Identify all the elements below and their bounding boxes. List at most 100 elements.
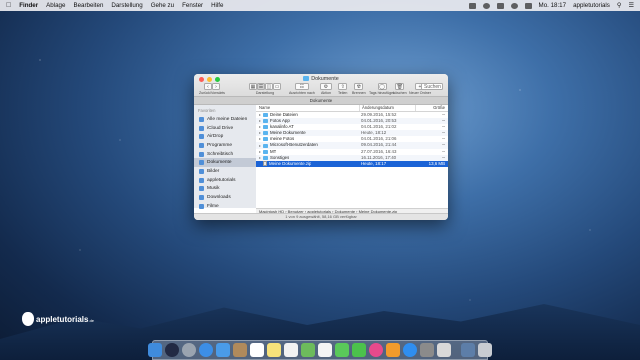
sidebar-item[interactable]: iCloud Drive [194,124,256,133]
date-column-header[interactable]: Änderungsdatum [359,105,415,111]
folder-icon [263,125,268,130]
action-group: ⚙ Aktion [320,83,332,95]
trash-icon[interactable] [478,343,492,357]
folder-icon [263,137,268,142]
safari-icon[interactable] [199,343,213,357]
status-bar: 1 von 9 ausgewählt, 58,16 GB verfügbar [194,213,448,220]
file-name: Meine Dokumente.zip [269,160,312,166]
folder-icon [263,143,268,148]
disclosure-triangle-icon[interactable] [259,156,261,159]
siri-icon[interactable] [165,343,179,357]
forward-button[interactable]: › [211,83,220,90]
messages-icon[interactable] [335,343,349,357]
disclosure-triangle-icon[interactable] [259,138,261,141]
finder-icon[interactable] [148,343,162,357]
sidebar-item[interactable]: Programme [194,141,256,150]
column-view-button[interactable]: ◫ [265,83,273,90]
sidebar-item[interactable]: Alle meine Dateien [194,115,256,124]
reminders-icon[interactable] [284,343,298,357]
folder-icon [263,149,268,154]
airdrop-icon [199,134,204,140]
ibooks-icon[interactable] [386,343,400,357]
arrange-group: ☷ Ausrichten nach [289,83,315,95]
burn-group: ☢ Brennen [352,83,366,95]
tags-button[interactable]: ◯ [377,83,387,90]
sidebar-item[interactable]: Schreibtisch [194,150,256,159]
notes-icon[interactable] [267,343,281,357]
apple-menu-icon[interactable]:  [6,2,11,9]
chess-icon[interactable] [437,343,451,357]
file-size: 13,6 MB [428,160,445,166]
dock [148,340,492,360]
column-headers: Name Änderungsdatum Größe [256,105,448,112]
menu-user[interactable]: appletutorials [573,2,610,9]
menu-item[interactable]: Gehe zu [151,2,174,9]
disclosure-triangle-icon[interactable] [259,120,261,123]
list-view-button[interactable]: ☰ [257,83,265,90]
burn-button[interactable]: ☢ [354,83,364,90]
maps-icon[interactable] [301,343,315,357]
sidebar: Favoriten Alle meine Dateien iCloud Drive… [194,105,257,211]
disclosure-triangle-icon[interactable] [259,132,261,135]
menu-item[interactable]: Darstellung [111,2,142,9]
share-button[interactable]: ⇧ [338,83,348,90]
sidebar-item[interactable]: Dokumente [194,158,256,168]
contacts-icon[interactable] [233,343,247,357]
bluetooth-icon[interactable] [496,2,504,9]
mail-icon[interactable] [216,343,230,357]
menu-item[interactable]: Fenster [182,2,203,9]
nav-group: ‹ › Zurück/Vorwärts [199,83,225,95]
sidebar-item-label: appletutorials [207,177,236,183]
size-column-header[interactable]: Größe [415,105,448,111]
launchpad-icon[interactable] [182,343,196,357]
sidebar-item[interactable]: appletutorials [194,176,256,185]
disclosure-triangle-icon[interactable] [259,144,261,147]
sidebar-item[interactable]: AirDrop [194,132,256,141]
menu-item[interactable]: Hilfe [211,2,223,9]
arrange-button[interactable]: ☷ [294,83,309,90]
preferences-icon[interactable] [420,343,434,357]
home-icon [199,177,204,183]
folder-icon [303,76,310,81]
icon-view-button[interactable]: ▦ [249,83,257,90]
cloud-icon [199,125,204,131]
documents-icon [199,160,204,166]
search-input[interactable]: Suchen [421,83,443,90]
menu-clock[interactable]: Mo. 18:17 [539,2,567,9]
disclosure-triangle-icon[interactable] [259,126,261,129]
sidebar-item-label: iCloud Drive [207,125,234,131]
downloads-stack-icon[interactable] [461,343,475,357]
wifi-icon[interactable] [510,2,518,9]
notification-center-icon[interactable]: ☰ [628,2,634,9]
pictures-icon [199,168,204,174]
disclosure-triangle-icon[interactable] [259,150,261,153]
coverflow-view-button[interactable]: ▭ [273,83,281,90]
timemachine-icon[interactable] [482,2,490,9]
delete-button[interactable]: 🗑 [395,83,405,90]
back-button[interactable]: ‹ [203,83,212,90]
tab-title-bar: Dokumente [194,96,448,104]
sidebar-item[interactable]: Downloads [194,193,256,202]
menu-item[interactable]: Bearbeiten [73,2,103,9]
file-row[interactable]: Meine Dokumente.zip Heute, 18:17 13,6 MB [256,160,448,167]
battery-icon[interactable] [524,2,532,9]
appstore-icon[interactable] [403,343,417,357]
disclosure-triangle-icon[interactable] [259,114,261,117]
sidebar-item[interactable]: Musik [194,185,256,194]
tags-group: ◯ Tags hinzufügen [369,83,395,95]
action-gear-button[interactable]: ⚙ [320,83,332,90]
itunes-icon[interactable] [369,343,383,357]
photos-icon[interactable] [318,343,332,357]
facetime-icon[interactable] [352,343,366,357]
sidebar-item[interactable]: Filme [194,202,256,211]
sidebar-item-label: Dokumente [207,160,232,166]
status-icon[interactable] [468,2,476,9]
burn-label: Brennen [352,91,366,95]
sidebar-item[interactable]: Bilder [194,167,256,176]
calendar-icon[interactable] [250,343,264,357]
menu-item[interactable]: Ablage [46,2,65,9]
menu-app-name[interactable]: Finder [19,2,38,9]
spotlight-icon[interactable]: ⚲ [617,2,622,9]
name-column-header[interactable]: Name [256,105,359,111]
watermark: appletutorials.de [22,312,94,326]
